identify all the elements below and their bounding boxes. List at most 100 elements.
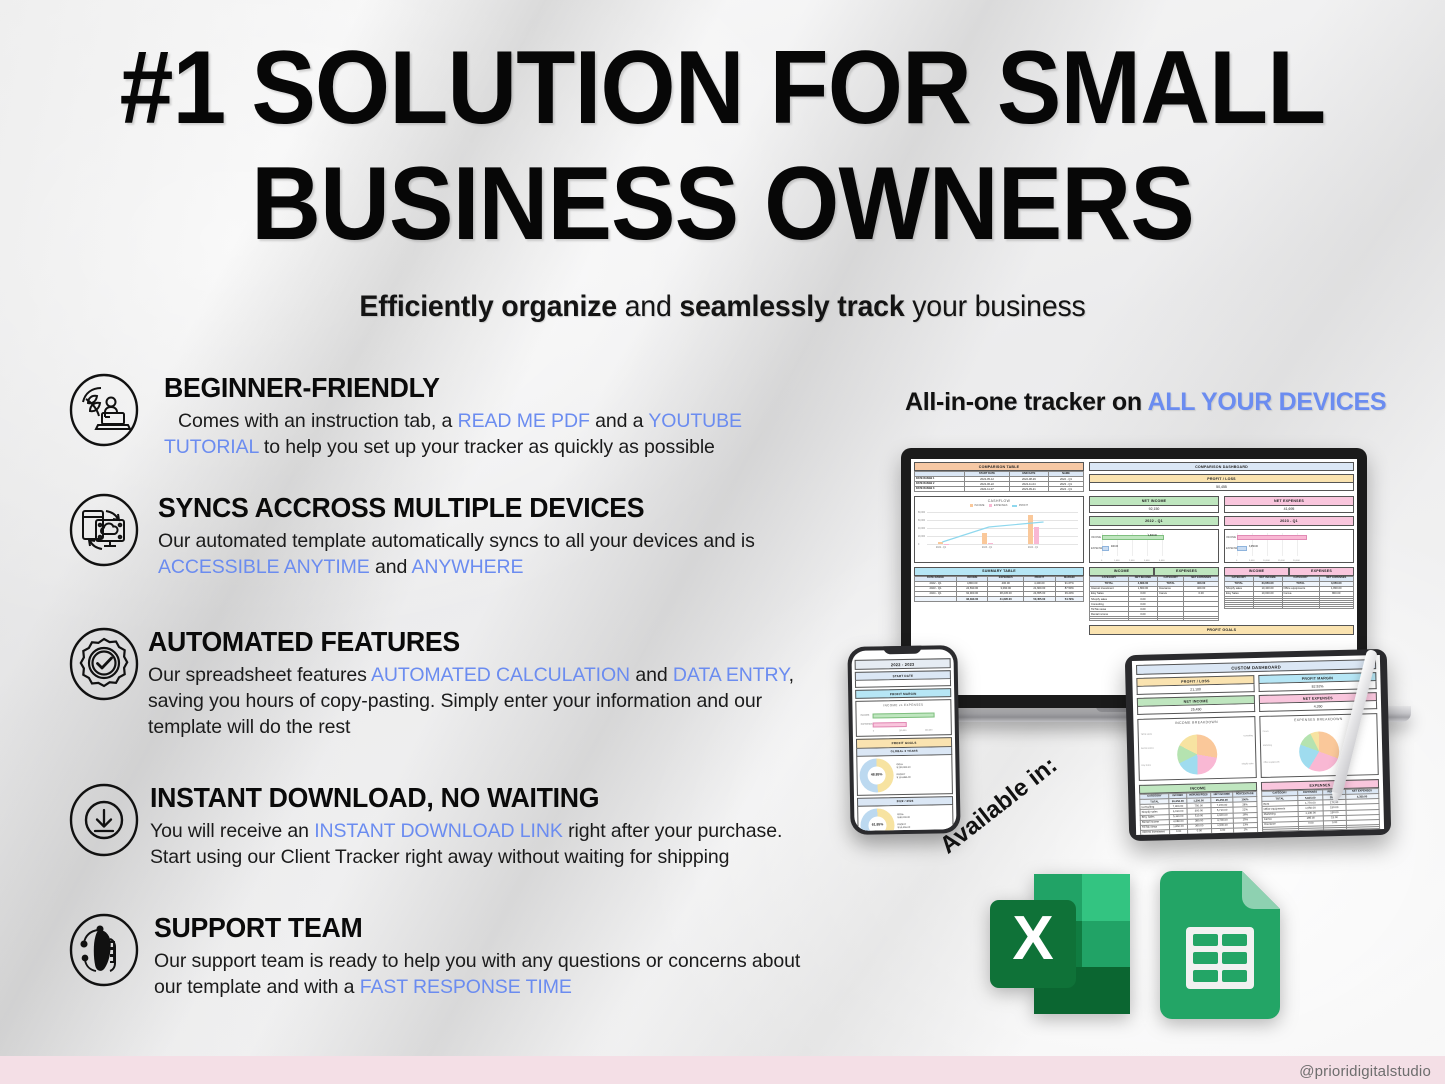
income-expenses-bar-left: INCOME 4,800.00 EXPENSES 400.00 0 1,000 … <box>1089 528 1219 563</box>
income-vs-expenses-chart: INCOME vs EXPENSES INCOME EXPENSES 0 100… <box>855 699 952 738</box>
devices-heading-plain: All-in-one tracker on <box>905 388 1148 416</box>
feature-title: BEGINNER-FRIENDLY <box>164 372 440 403</box>
feature-body: Our automated template automatically syn… <box>158 529 818 581</box>
profit-goal-title: PROFIT GOALS <box>1089 625 1354 635</box>
feature-title: INSTANT DOWNLOAD, NO WAITING <box>150 782 600 813</box>
body-text: Our automated template automatically syn… <box>158 530 755 552</box>
body-text: You will receive an <box>150 820 315 842</box>
profit-goal-panel: PROFIT GOALS <box>1089 625 1354 635</box>
expenses-pie <box>1298 731 1340 773</box>
tablet-net-income-value: 25,450 <box>1137 704 1256 716</box>
income-pie <box>1176 734 1218 776</box>
headline-line-1: #1 SOLUTION FOR SMALL <box>119 30 1327 146</box>
summary-table-title: SUMMARY TABLE <box>914 566 1084 576</box>
table-total-row: 92,390.00 41,695.00 50,455.00 54.79% <box>914 596 1085 603</box>
feature-list: BEGINNER-FRIENDLY Comes with an instruct… <box>66 372 826 1036</box>
comparison-table-title: COMPARISON TABLE <box>914 462 1084 472</box>
subheadline-bold-2: seamlessly track <box>679 290 905 323</box>
tablet-expenses-table: EXPENSES CATEGORY EXPENSES REFUNDS NET E… <box>1260 779 1380 835</box>
table-row <box>1224 606 1355 610</box>
period-right: 2023 - Q1 <box>1224 516 1354 526</box>
feature-item: INSTANT DOWNLOAD, NO WAITING You will re… <box>66 782 826 908</box>
feature-item: BEGINNER-FRIENDLY Comes with an instruct… <box>66 372 826 488</box>
feature-body: Comes with an instruction tab, a READ ME… <box>164 409 824 461</box>
comparison-dashboard: COMPARISON DASHBOARD PROFIT / LOSS 50,45… <box>1089 462 1354 492</box>
subheadline: Efficiently organize and seamlessly trac… <box>36 290 1409 324</box>
highlight-text: FAST RESPONSE TIME <box>359 975 572 998</box>
body-text: Our spreadsheet features <box>148 664 371 686</box>
cashflow-chart: CASHFLOW INCOME EXPENSES PROFIT 0 20,000… <box>914 496 1084 563</box>
highlight-text: READ ME PDF <box>457 410 590 432</box>
highlight-text: INSTANT DOWNLOAD LINK <box>314 820 563 842</box>
cashflow-title: CASHFLOW <box>987 499 1011 504</box>
body-text: to help you set up your tracker as quick… <box>258 435 715 458</box>
feature-item: AUTOMATED FEATURES Our spreadsheet featu… <box>66 626 826 778</box>
poster-canvas: #1 SOLUTION FOR SMALL BUSINESS OWNERS Ef… <box>0 0 1445 1084</box>
profit-loss-value: 50,455 <box>1089 483 1354 492</box>
devices-heading-accent: ALL YOUR DEVICES <box>1147 388 1387 416</box>
table-row <box>1089 618 1219 622</box>
gear-check-badge-icon <box>66 626 142 702</box>
net-expenses-value: 41,695 <box>1224 505 1354 514</box>
donut-percent: 48.85% <box>870 772 883 777</box>
income-breakdown-chart: INCOME BREAKDOWN TikTok views Rental inc… <box>1137 716 1257 782</box>
highlight-text: DATA ENTRY <box>672 664 789 686</box>
subheadline-mid: and <box>616 290 680 323</box>
table-row: DATE RANGE 3 2022-11-07 2023-09-21 2024 … <box>913 486 1085 493</box>
net-expenses-label: NET EXPENSES <box>1224 496 1354 506</box>
donut-block-1: 48.85% GOAL $ 200,000.00 PROFIT $ 151,88… <box>856 754 953 796</box>
kpi-income-column: NET INCOME 92,150 2022 - Q1 INCOME 4,800… <box>1089 496 1219 563</box>
kpi-expenses-column: NET EXPENSES 41,695 2023 - Q1 INCOME EXP… <box>1224 496 1354 563</box>
multi-device-sync-icon <box>66 492 142 568</box>
studio-handle: @prioridigitalstudio <box>1299 1063 1431 1080</box>
comparison-table-grid: START DATE END DATE NAME DATE RANGE 1 20… <box>913 471 1085 493</box>
svg-text:X: X <box>1012 904 1053 973</box>
feature-title: SUPPORT TEAM <box>154 912 363 943</box>
person-laptop-leaf-icon <box>66 372 142 448</box>
cashflow-plot: 0 20,000 40,000 60,000 80,000 2022 - Q1 … <box>918 508 1080 549</box>
income-expense-panel-left: INCOME EXPENSES CATEGORY NET INCOME CATE… <box>1089 566 1219 622</box>
cashflow-legend: INCOME EXPENSES PROFIT <box>918 504 1080 508</box>
headline-line-2: BUSINESS OWNERS <box>251 145 1195 262</box>
platform-logos: X <box>985 868 1295 1028</box>
support-headset-icon <box>66 912 142 988</box>
feature-title: AUTOMATED FEATURES <box>148 626 460 657</box>
legend-item: EXPENSES <box>989 504 1007 508</box>
phone-spreadsheet: 2022 - 2023 START DATE PROFIT MARGIN INC… <box>851 649 957 831</box>
legend-item: PROFIT <box>1012 504 1028 507</box>
body-text: and <box>369 555 412 578</box>
profit-loss-label: PROFIT / LOSS <box>1089 474 1354 484</box>
footer-bar <box>0 1056 1445 1084</box>
income-expenses-bar-right: INCOME EXPENSES 3,050.00 0 5,000 10,000 … <box>1224 528 1354 563</box>
period-left: 2022 - Q1 <box>1089 516 1219 526</box>
feature-body: You will receive an INSTANT DOWNLOAD LIN… <box>150 819 810 871</box>
phone-mockup: 2022 - 2023 START DATE PROFIT MARGIN INC… <box>847 645 961 835</box>
feature-item: SYNCS ACCROSS MULTIPLE DEVICES Our autom… <box>66 492 826 622</box>
legend-item: INCOME <box>969 504 984 508</box>
comparison-dashboard-title: COMPARISON DASHBOARD <box>1089 462 1354 472</box>
comparison-table: COMPARISON TABLE START DATE END DATE NAM… <box>913 462 1085 493</box>
download-arrow-icon <box>66 782 142 858</box>
net-income-value: 92,150 <box>1089 505 1219 514</box>
feature-title: SYNCS ACCROSS MULTIPLE DEVICES <box>158 492 645 523</box>
feature-body: Our support team is ready to help you wi… <box>154 949 814 1001</box>
body-text: and <box>630 664 673 686</box>
body-text: and a <box>589 410 649 432</box>
phone-notch <box>883 645 922 655</box>
page-title: #1 SOLUTION FOR SMALL BUSINESS OWNERS <box>51 36 1395 262</box>
highlight-text: ANYWHERE <box>411 555 524 578</box>
highlight-text: AUTOMATED CALCULATION <box>370 664 631 686</box>
devices-heading: All-in-one tracker on ALL YOUR DEVICES <box>905 388 1425 417</box>
income-expense-grid: CATEGORY NET INCOME CATEGORY NET EXPENSE… <box>1089 575 1219 622</box>
subheadline-tail: your business <box>904 290 1086 323</box>
google-sheets-logo <box>1160 871 1280 1024</box>
tablet-profit-loss-value: 21,100 <box>1136 684 1255 696</box>
expenses-breakdown-chart: EXPENSES BREAKDOWN Canva Marketing Offic… <box>1259 713 1379 779</box>
tablet-income-table: INCOME CATEGORY INCOME REFUND/FEES NET I… <box>1138 782 1258 836</box>
feature-item: SUPPORT TEAM Our support team is ready t… <box>66 912 826 1032</box>
summary-table-grid: DATE RANGE INCOME EXPENSES PROFIT MARGIN… <box>914 575 1085 603</box>
net-income-label: NET INCOME <box>1089 496 1219 506</box>
body-text: Comes with an instruction tab, a <box>178 410 458 432</box>
feature-body: Our spreadsheet features AUTOMATED CALCU… <box>148 663 808 741</box>
microsoft-excel-logo: X <box>985 868 1135 1025</box>
